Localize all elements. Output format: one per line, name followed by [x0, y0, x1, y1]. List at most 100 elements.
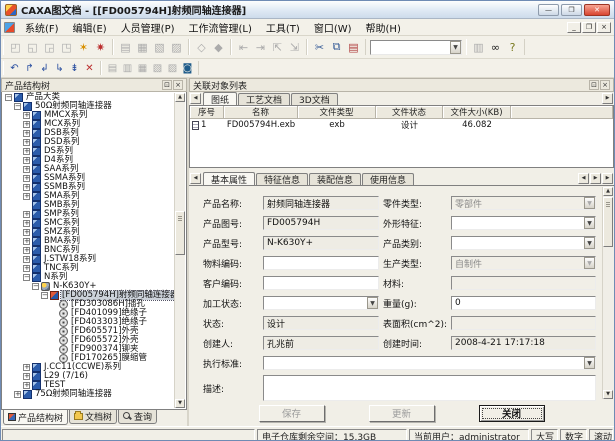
- mdi-restore-button[interactable]: ❐: [582, 22, 596, 33]
- checkout-arrow-icon[interactable]: ↳: [52, 61, 67, 75]
- expand-plus-icon[interactable]: +: [23, 265, 30, 272]
- redo-arrow-icon[interactable]: ↱: [22, 61, 37, 75]
- scroll-up-icon[interactable]: ▲: [603, 187, 613, 196]
- close-button[interactable]: ✕: [584, 4, 610, 16]
- tab-scroll-left-icon[interactable]: ◀: [190, 93, 201, 104]
- dropdown-arrow-icon[interactable]: ▼: [450, 41, 461, 54]
- dropdown-arrow-icon[interactable]: ▼: [584, 357, 595, 369]
- tab-特征信息[interactable]: 特征信息: [256, 173, 308, 185]
- tab-文档树[interactable]: 文档树: [69, 410, 117, 424]
- expand-plus-icon[interactable]: +: [14, 391, 21, 398]
- column-header[interactable]: 文件类型: [298, 106, 376, 119]
- expand-plus-icon[interactable]: +: [23, 229, 30, 236]
- expand-plus-icon[interactable]: +: [23, 166, 30, 173]
- collapse-minus-icon[interactable]: −: [41, 292, 48, 299]
- mdi-minimize-button[interactable]: _: [567, 22, 581, 33]
- dropdown-arrow-icon[interactable]: ▼: [584, 217, 595, 229]
- close-panel-icon[interactable]: ×: [600, 80, 610, 90]
- tab-scroll-left-icon[interactable]: ◀: [190, 173, 201, 184]
- expand-plus-icon[interactable]: +: [23, 382, 30, 389]
- expand-plus-icon[interactable]: +: [23, 139, 30, 146]
- material-code-input[interactable]: [263, 256, 379, 270]
- form-scrollbar[interactable]: ▲ ▼: [602, 187, 613, 399]
- menu-item[interactable]: 编辑(E): [66, 19, 114, 36]
- expand-plus-icon[interactable]: +: [23, 256, 30, 263]
- menu-item[interactable]: 工具(T): [259, 19, 307, 36]
- tree-item[interactable]: +D4系列: [3, 156, 174, 165]
- quick-search-combobox[interactable]: ▼: [370, 40, 462, 55]
- menu-item[interactable]: 窗口(W): [307, 19, 359, 36]
- expand-plus-icon[interactable]: +: [23, 247, 30, 254]
- customer-code-input[interactable]: [263, 276, 379, 290]
- restore-button[interactable]: ❐: [561, 4, 582, 16]
- tab-scroll-right-icon[interactable]: ▶: [590, 173, 601, 184]
- menu-item[interactable]: 系统(F): [18, 19, 66, 36]
- tab-产品结构树[interactable]: 产品结构树: [3, 410, 68, 425]
- tab-图纸[interactable]: 图纸: [203, 92, 237, 105]
- checkin-arrow-icon[interactable]: ↲: [37, 61, 52, 75]
- tree-item[interactable]: +DSB系列: [3, 129, 174, 138]
- mdi-close-button[interactable]: ×: [597, 22, 611, 33]
- close-panel-icon[interactable]: ×: [173, 80, 183, 90]
- tree-item[interactable]: +J.STW18系列: [3, 255, 174, 264]
- tab-工艺文档[interactable]: 工艺文档: [238, 93, 290, 105]
- expand-plus-icon[interactable]: +: [23, 238, 30, 245]
- menu-item[interactable]: 人员管理(P): [114, 19, 182, 36]
- expand-plus-icon[interactable]: +: [23, 175, 30, 182]
- tree-item[interactable]: +SMZ系列: [3, 228, 174, 237]
- table-row[interactable]: 1FD005794H.exbexb设计46.082: [190, 119, 613, 131]
- expand-plus-icon[interactable]: +: [23, 220, 30, 227]
- scroll-down-icon[interactable]: ▼: [603, 390, 613, 399]
- tree-item[interactable]: +SMA系列: [3, 192, 174, 201]
- tab-基本属性[interactable]: 基本属性: [203, 172, 255, 185]
- tree-item[interactable]: +MMCX系列: [3, 111, 174, 120]
- tree-item[interactable]: −50Ω射频同轴连接器: [3, 102, 174, 111]
- expand-plus-icon[interactable]: +: [23, 211, 30, 218]
- tree-item[interactable]: +DS系列: [3, 147, 174, 156]
- column-header[interactable]: 序号: [190, 106, 224, 119]
- collapse-minus-icon[interactable]: −: [23, 274, 30, 281]
- tree-item[interactable]: +75Ω射频同轴连接器: [3, 390, 174, 399]
- tree-item[interactable]: +SSMA系列: [3, 174, 174, 183]
- tab-scroll-left-icon[interactable]: ◀: [578, 173, 589, 184]
- process-status-select[interactable]: ▼: [263, 296, 379, 310]
- tree-item[interactable]: +DSD系列: [3, 138, 174, 147]
- collapse-minus-icon[interactable]: −: [5, 94, 12, 101]
- dropdown-arrow-icon[interactable]: ▼: [584, 237, 595, 249]
- expand-plus-icon[interactable]: +: [23, 121, 30, 128]
- add-object-star-icon[interactable]: ✶: [75, 39, 92, 55]
- paste-icon[interactable]: ▤: [345, 39, 362, 55]
- dropdown-arrow-icon[interactable]: ▼: [367, 297, 378, 309]
- description-textarea[interactable]: [263, 375, 596, 401]
- tab-scroll-end-icon[interactable]: ▶: [602, 173, 613, 184]
- tree-item[interactable]: −SMB系列: [3, 201, 174, 210]
- tree-item[interactable]: +SAA系列: [3, 165, 174, 174]
- collapse-minus-icon[interactable]: −: [32, 283, 39, 290]
- tree-item[interactable]: +SMP系列: [3, 210, 174, 219]
- column-header[interactable]: 文件状态: [376, 106, 443, 119]
- expand-plus-icon[interactable]: +: [23, 364, 30, 371]
- find-binoculars-icon[interactable]: ∞: [487, 39, 504, 55]
- scroll-up-icon[interactable]: ▲: [175, 93, 185, 102]
- tree-item[interactable]: +L29 (7/16): [3, 372, 174, 381]
- product-category-select[interactable]: ▼: [451, 236, 596, 250]
- column-header[interactable]: [511, 106, 613, 119]
- expand-plus-icon[interactable]: +: [23, 373, 30, 380]
- delete-object-star-icon[interactable]: ✷: [92, 39, 109, 55]
- tree-scrollbar[interactable]: ▲ ▼: [174, 93, 185, 408]
- menu-item[interactable]: 工作流管理(L): [182, 19, 259, 36]
- scroll-down-icon[interactable]: ▼: [175, 399, 185, 408]
- tab-装配信息[interactable]: 装配信息: [309, 173, 361, 185]
- menu-item[interactable]: 帮助(H): [359, 19, 408, 36]
- cancel-operation-icon[interactable]: ✕: [82, 61, 97, 75]
- get-version-icon[interactable]: ⇟: [67, 61, 82, 75]
- cut-icon[interactable]: ✂: [311, 39, 328, 55]
- tree-item[interactable]: +J.CC11(CCWE)系列: [3, 363, 174, 372]
- tree-item[interactable]: +BMA系列: [3, 237, 174, 246]
- help-icon[interactable]: ?: [504, 39, 521, 55]
- minimize-button[interactable]: —: [538, 4, 559, 16]
- tree-item[interactable]: +SSMB系列: [3, 183, 174, 192]
- pin-icon[interactable]: ⊡: [162, 80, 172, 90]
- expand-plus-icon[interactable]: +: [23, 130, 30, 137]
- tree-item[interactable]: +TNC系列: [3, 264, 174, 273]
